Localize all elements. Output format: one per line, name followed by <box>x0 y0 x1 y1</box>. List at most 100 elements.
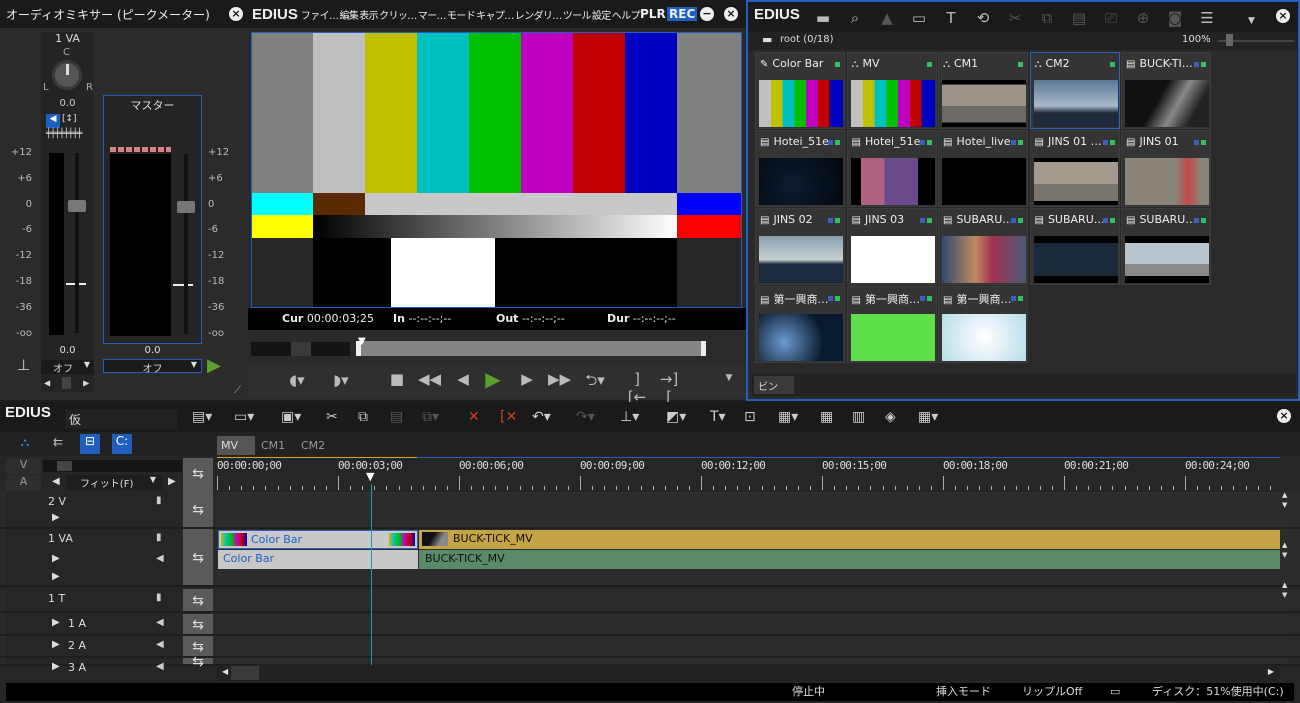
position-marker-icon[interactable]: ▼ <box>358 336 366 347</box>
speaker-icon[interactable]: ◀ <box>156 661 164 672</box>
bin-clip[interactable]: ▤Hotei_51e… <box>846 130 937 207</box>
new-sequence-icon[interactable]: ▤▾ <box>192 409 212 425</box>
step-back-icon[interactable]: ◀ <box>452 370 474 388</box>
pan-knob[interactable] <box>52 60 82 90</box>
track-lane[interactable] <box>217 589 1288 611</box>
speaker-icon[interactable]: ◀ <box>156 639 164 650</box>
track-lane[interactable] <box>217 636 1288 656</box>
set-marker-icon[interactable]: ⊥▾ <box>620 409 639 425</box>
add-to-timeline-icon[interactable]: ⊕ <box>1132 9 1154 27</box>
overwrite-to-timeline-icon[interactable]: →][ <box>658 370 680 406</box>
undo-icon[interactable]: ↶▾ <box>532 409 551 425</box>
audio-mixer-icon[interactable]: ▥ <box>852 409 865 425</box>
sequence-tab-mv[interactable]: MV <box>217 436 255 455</box>
voice-over-icon[interactable]: ⊡ <box>744 409 756 425</box>
save-project-icon[interactable]: ▣▾ <box>281 409 301 425</box>
speaker-icon[interactable]: ◀ <box>46 114 60 128</box>
sync-mode-icon[interactable]: ⛬ <box>14 435 36 450</box>
bin-clip[interactable]: ▤ 第一興商… <box>755 286 845 363</box>
channel-scroll[interactable]: ◀ ▶ <box>44 377 91 389</box>
track-header[interactable]: 1 VA ▮ ▶ ▶ ◀ <box>6 529 182 585</box>
minimize-icon[interactable]: − <box>700 7 714 21</box>
bin-clip[interactable]: ▤ JINS 01 <box>1121 130 1211 207</box>
track-swap-button[interactable]: ⇆ <box>183 655 213 669</box>
clip-colorbar-video[interactable]: Color Bar <box>218 530 418 549</box>
fast-forward-icon[interactable]: ▶▶ <box>548 370 571 388</box>
open-folder-icon[interactable]: ▭ <box>908 9 930 27</box>
menu-item[interactable]: ツール <box>563 11 592 22</box>
link-icon[interactable]: [↕] <box>62 114 77 124</box>
master-mode-select[interactable]: オフ ▼ <box>103 359 202 375</box>
group-mode-icon[interactable]: C: <box>112 434 132 454</box>
master-fader-track[interactable] <box>184 154 188 334</box>
paste-insert-icon[interactable]: ⧉▾ <box>422 409 439 425</box>
track-lane[interactable] <box>217 658 1288 664</box>
menu-item[interactable]: キャプ… <box>476 11 514 22</box>
bin-toolbar-dropdown-icon[interactable]: ▼ <box>1248 16 1255 26</box>
fit-select[interactable]: フィット(F) ▼ <box>66 475 162 490</box>
close-icon[interactable]: × <box>229 7 243 21</box>
delete-icon[interactable]: ◙ <box>1164 9 1186 27</box>
swap-all-button[interactable]: ⇆ <box>183 458 213 492</box>
clip-colorbar-audio[interactable]: Color Bar <box>218 550 418 569</box>
bin-clip[interactable]: ▤Hotei_live… <box>938 130 1028 207</box>
play-master-icon[interactable]: ▶ <box>207 355 221 376</box>
menu-item[interactable]: ヘルプ <box>612 11 641 22</box>
link-mode-icon[interactable]: ⊟ <box>80 434 100 454</box>
track-mode-icon[interactable]: ⇇ <box>47 435 69 449</box>
master-fader-handle[interactable] <box>177 201 195 213</box>
bin-clip[interactable]: ⛬ CM1 <box>938 52 1028 129</box>
redo-icon[interactable]: ↷▾ <box>576 409 595 425</box>
menu-item[interactable]: レンダリ… <box>515 11 563 22</box>
track-swap-button[interactable]: ⇆ <box>183 614 213 634</box>
bin-clip[interactable]: ▤ SUBARU… <box>1029 208 1120 285</box>
bin-clip[interactable]: ▤Hotei_51e… <box>755 130 845 207</box>
channel-fader-track[interactable] <box>75 153 79 333</box>
render-icon[interactable]: ▦▾ <box>778 409 798 425</box>
ripple-delete-icon[interactable]: [✕ <box>500 409 517 425</box>
bin-clip[interactable]: ▤ JINS 03 <box>846 208 937 285</box>
track-header[interactable]: 1 T ▮ <box>6 589 182 611</box>
track-header[interactable]: ▶ 1 A ◀ <box>6 614 182 634</box>
bin-clip[interactable]: ▤ SUBARU… <box>938 208 1028 285</box>
bin-clip[interactable]: ⛬ CM2 <box>1029 52 1120 129</box>
bin-clip[interactable]: ▤ JINS 02 <box>755 208 845 285</box>
speaker-icon[interactable]: ◀ <box>156 553 164 564</box>
open-project-icon[interactable]: ▭▾ <box>234 409 254 425</box>
menu-item[interactable]: モード <box>447 11 476 22</box>
edit-mode-status[interactable]: 挿入モード <box>936 683 991 701</box>
horizontal-scrollbar[interactable]: ◀ ▶ <box>217 665 1280 681</box>
bin-clip[interactable]: ✎ Color Bar <box>755 52 845 129</box>
menu-item[interactable]: マー… <box>418 11 447 22</box>
close-icon[interactable]: × <box>1277 409 1291 423</box>
bin-zoom-slider[interactable] <box>1218 34 1294 46</box>
step-forward-icon[interactable]: ▶ <box>516 370 538 388</box>
film-icon[interactable]: ▮ <box>156 592 162 603</box>
title-icon[interactable]: T <box>940 9 962 27</box>
track-lane[interactable] <box>217 614 1288 634</box>
rec-button[interactable]: REC <box>667 7 698 21</box>
menu-item[interactable]: ファイ… <box>301 11 339 22</box>
channel-mode-select[interactable]: オフ ▼ <box>41 360 94 375</box>
loop-icon[interactable]: ⮌▾ <box>584 370 606 395</box>
track-swap-button[interactable]: ⇆ <box>183 589 213 611</box>
track-lane[interactable] <box>217 492 1288 527</box>
replace-icon[interactable]: ⟲ <box>972 9 994 27</box>
new-folder-icon[interactable]: ▬ <box>812 9 834 27</box>
expand-icon[interactable]: ▶ <box>52 639 60 650</box>
time-ruler[interactable]: 00:00:00;00 00:00:03;00 00:00:06;00 00:00:0… <box>217 458 1280 492</box>
menu-item[interactable]: 設定 <box>592 11 611 22</box>
meter-settings-icon[interactable]: ⊥ <box>17 356 30 374</box>
vertical-scroll-buttons[interactable]: ▲ ▼ ▲ ▼ ▲ ▼ <box>1282 490 1294 665</box>
stop-icon[interactable]: ■ <box>386 370 408 388</box>
plr-button[interactable]: PLR <box>640 7 666 21</box>
zoom-right-icon[interactable]: ▶ <box>168 476 176 487</box>
bin-tab[interactable]: ビン <box>754 376 794 394</box>
close-icon[interactable]: × <box>1276 9 1290 23</box>
sequence-tab-cm2[interactable]: CM2 <box>297 436 335 455</box>
eq-icon[interactable]: ╪╪╪╪╪╪╪╪ <box>46 129 82 139</box>
expand-icon[interactable]: ▶ <box>52 661 60 672</box>
speaker-icon[interactable]: ◀ <box>156 617 164 628</box>
shuttle-slider[interactable] <box>251 342 350 356</box>
delete-icon[interactable]: ✕ <box>468 409 480 425</box>
